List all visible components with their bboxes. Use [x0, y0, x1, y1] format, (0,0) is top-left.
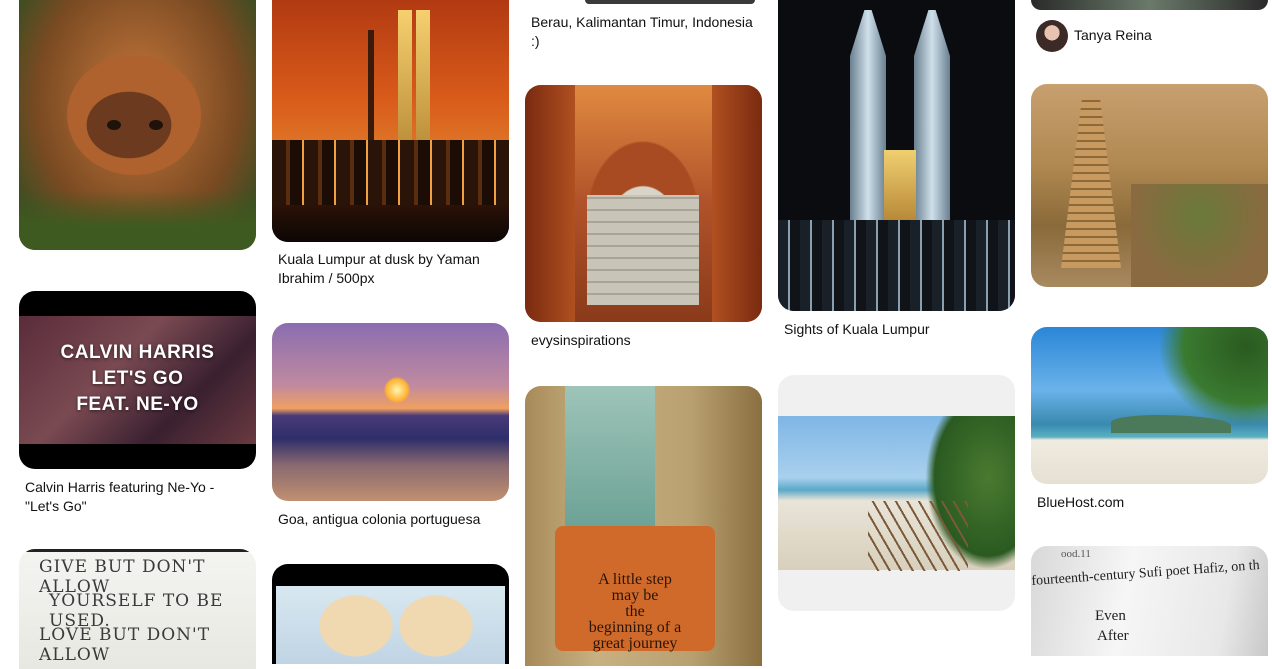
pin-image-goa[interactable] [272, 323, 509, 501]
pin-caption-calvin-harris[interactable]: Calvin Harris featuring Ne-Yo - "Let's G… [25, 478, 250, 516]
journey-line5: great journey [592, 635, 678, 652]
author-avatar[interactable] [1036, 20, 1068, 52]
journey-line3: the [625, 603, 645, 620]
pin-image-hair[interactable] [272, 564, 509, 664]
pin-image-berau-edge[interactable] [585, 0, 755, 4]
calvin-overlay-line2: LET'S GO [91, 368, 184, 389]
journey-line1: A little step [598, 571, 672, 588]
book-line1: fourteenth-century Sufi poet Hafiz, on t… [1031, 558, 1261, 589]
pin-caption-towers[interactable]: Sights of Kuala Lumpur [784, 320, 1009, 339]
pin-image-journey[interactable]: A little step may be the beginning of a … [525, 386, 762, 666]
pin-image-quote[interactable]: GIVE BUT DON'T ALLOW YOURSELF TO BE USED… [19, 549, 256, 669]
pin-caption-goa[interactable]: Goa, antigua colonia portuguesa [278, 510, 503, 529]
pin-image-arches[interactable] [525, 85, 762, 322]
pin-caption-kl-dusk[interactable]: Kuala Lumpur at dusk by Yaman Ibrahim / … [278, 250, 503, 288]
book-line3: After [1097, 628, 1129, 644]
pin-image-beach-boardwalk[interactable] [778, 375, 1015, 611]
quote-line3: LOVE BUT DON'T ALLOW [39, 625, 211, 665]
pin-image-temple[interactable] [1031, 84, 1268, 287]
pin-caption-evys[interactable]: evysinspirations [531, 331, 756, 350]
journey-line2: may be [611, 587, 659, 604]
author-name[interactable]: Tanya Reina [1074, 27, 1152, 43]
calvin-overlay-line3: FEAT. NE-YO [76, 394, 199, 415]
book-line2: Even [1095, 608, 1126, 624]
pin-caption-bluehost[interactable]: BlueHost.com [1037, 493, 1262, 512]
journey-line4: beginning of a [588, 619, 682, 636]
pin-image-calvin-harris[interactable]: CALVIN HARRIS LET'S GO FEAT. NE-YO [19, 291, 256, 469]
pin-image-book[interactable]: ood.11 fourteenth-century Sufi poet Hafi… [1031, 546, 1268, 656]
calvin-overlay-line1: CALVIN HARRIS [60, 342, 215, 363]
pin-image-orangutan[interactable] [19, 0, 256, 250]
pin-caption-berau[interactable]: Berau, Kalimantan Timur, Indonesia :) [531, 13, 756, 51]
pin-image-bluehost-beach[interactable] [1031, 327, 1268, 484]
book-line0: ood.11 [1061, 548, 1091, 560]
pin-image-top-edge[interactable] [1031, 0, 1268, 10]
pin-image-kl-dusk[interactable] [272, 0, 509, 242]
pin-image-petronas-towers[interactable] [778, 0, 1015, 311]
